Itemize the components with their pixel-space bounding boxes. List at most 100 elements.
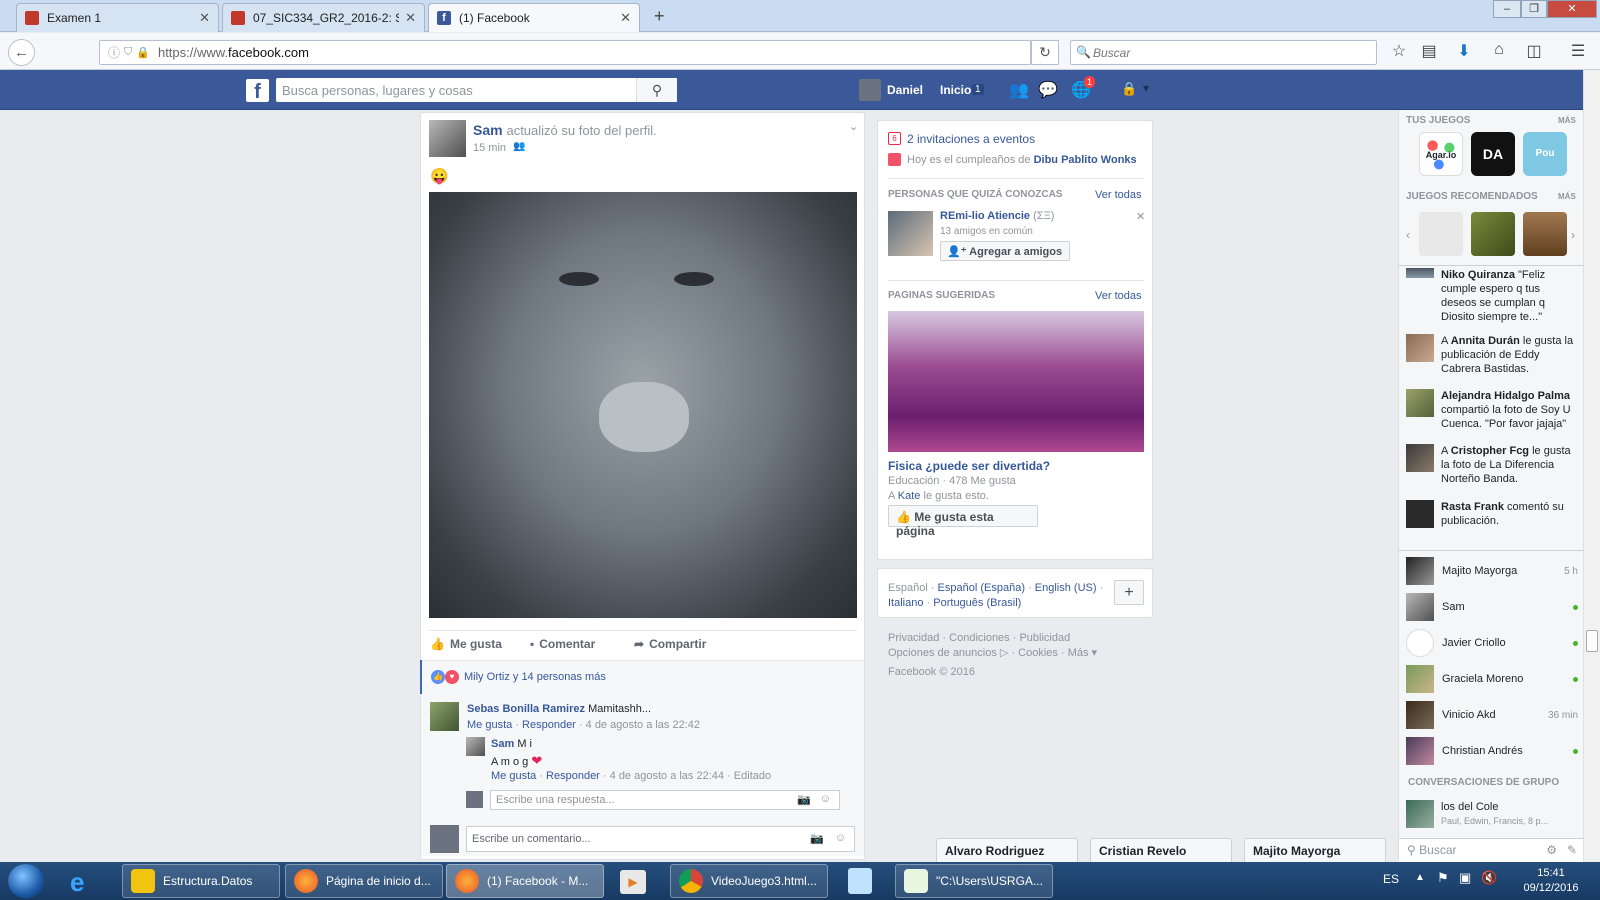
reading-list-icon[interactable]: ▤ — [1419, 41, 1439, 61]
close-window-button[interactable]: ✕ — [1547, 0, 1597, 18]
tray-expand-icon[interactable]: ▲ — [1415, 872, 1425, 883]
browser-tab-sic334[interactable]: 07_SIC334_GR2_2016-2: Su... ✕ — [222, 3, 425, 32]
contact-item[interactable]: Javier Criollo — [1406, 627, 1578, 659]
pages-see-all-link[interactable]: Ver todas — [1095, 290, 1141, 302]
recommended-more-link[interactable]: MÁS — [1558, 192, 1576, 201]
taskbar-item-firefox-facebook[interactable]: (1) Facebook - M... — [446, 864, 604, 898]
chat-tab[interactable]: Cristian Revelo — [1090, 838, 1232, 862]
reply-like-link[interactable]: Me gusta — [491, 770, 536, 782]
scrollbar-thumb[interactable] — [1586, 630, 1598, 652]
add-friend-button[interactable]: 👤⁺ Agregar a amigos — [940, 241, 1070, 261]
pymk-see-all-link[interactable]: Ver todas — [1095, 189, 1141, 201]
recommended-game-thumb[interactable] — [1419, 212, 1463, 256]
comment-timestamp[interactable]: 4 de agosto a las 22:42 — [586, 719, 700, 731]
recommended-game-thumb[interactable] — [1471, 212, 1515, 256]
post-author-link[interactable]: Sam — [473, 122, 503, 138]
avatar[interactable] — [859, 79, 881, 101]
back-button[interactable]: ← — [8, 39, 35, 66]
post-timestamp[interactable]: 15 min — [473, 142, 506, 154]
reactions-summary-link[interactable]: Mily Ortiz y 14 personas más — [464, 671, 606, 683]
recommended-game-thumb[interactable] — [1523, 212, 1567, 256]
taskbar-item-notepad[interactable]: "C:\Users\USRGA... — [895, 864, 1053, 898]
camera-icon[interactable]: 📷 — [810, 832, 824, 845]
internet-explorer-icon[interactable]: e — [70, 867, 84, 898]
pymk-name-link[interactable]: REmi-lio Atiencie — [940, 210, 1030, 222]
event-invites-link[interactable]: 2 invitaciones a eventos — [907, 132, 1035, 146]
camera-icon[interactable]: 📷 — [797, 793, 811, 806]
birthday-name-link[interactable]: Dibu Pablito Wonks — [1034, 154, 1137, 166]
footer-link[interactable]: Opciones de anuncios — [888, 647, 997, 659]
comment-author-link[interactable]: Sebas Bonilla Ramirez — [467, 703, 585, 715]
footer-link[interactable]: Más — [1068, 647, 1089, 659]
new-tab-button[interactable]: + — [654, 6, 665, 27]
account-menu-chevron-down-icon[interactable]: ▾ — [1143, 81, 1149, 95]
chevron-right-icon[interactable]: › — [1571, 228, 1575, 242]
like-button[interactable]: 👍 Me gusta — [430, 637, 502, 651]
action-center-flag-icon[interactable]: ⚑ — [1437, 870, 1449, 886]
contact-item[interactable]: Christian Andrés — [1406, 735, 1578, 767]
minimize-button[interactable]: – — [1493, 0, 1521, 18]
pymk-mutual-friends[interactable]: 13 amigos en común — [940, 226, 1033, 237]
browser-tab-facebook[interactable]: f (1) Facebook ✕ — [428, 3, 640, 32]
post-options-chevron-down-icon[interactable]: ⌄ — [849, 120, 858, 133]
system-clock[interactable]: 15:41 09/12/2016 — [1520, 866, 1582, 896]
emoji-icon[interactable]: ☺ — [835, 832, 846, 844]
commenter-avatar[interactable] — [430, 702, 459, 731]
ticker-item[interactable]: Niko Quiranza "Feliz cumple espero q tus… — [1406, 268, 1578, 323]
reply-input[interactable]: Escribe una respuesta... 📷 ☺ — [490, 790, 840, 810]
menu-icon[interactable]: ☰ — [1568, 41, 1588, 61]
group-conversation-item[interactable]: los del Cole Paul, Edwin, Francis, 8 p... — [1406, 800, 1578, 830]
shield-icon[interactable]: ⛉ — [124, 46, 132, 59]
language-link[interactable]: English (US) — [1035, 582, 1097, 594]
ticker-item[interactable]: Rasta Frank comentó su publicación. — [1406, 500, 1578, 528]
pymk-avatar[interactable] — [888, 211, 933, 256]
info-icon[interactable]: ⓘ — [108, 44, 120, 61]
share-button[interactable]: ➦ Compartir — [634, 637, 706, 651]
volume-muted-icon[interactable]: 🔇 — [1481, 870, 1497, 886]
emoji-icon[interactable]: ☺ — [820, 793, 831, 805]
notepad-icon[interactable] — [848, 868, 872, 894]
language-link[interactable]: Italiano — [888, 597, 923, 609]
game-agario-icon[interactable]: Agar.io — [1419, 132, 1463, 176]
reply-reply-link[interactable]: Responder — [546, 770, 600, 782]
footer-link[interactable]: Cookies — [1018, 647, 1058, 659]
post-photo[interactable] — [429, 192, 857, 618]
address-bar[interactable]: ⓘ ⛉ 🔒 https://www. facebook.com — [99, 40, 1031, 65]
taskbar-item-folder[interactable]: Estructura.Datos — [122, 864, 280, 898]
contact-item[interactable]: Sam — [1406, 591, 1578, 623]
chat-search-input[interactable]: ⚲ Buscar ⚙ ✎ — [1399, 838, 1583, 862]
contact-item[interactable]: Majito Mayorga 5 h — [1406, 555, 1578, 587]
game-pou-icon[interactable]: Pou — [1523, 132, 1567, 176]
privacy-shortcuts-icon[interactable]: 🔒 — [1121, 81, 1137, 97]
audience-friends-icon[interactable]: 👥 — [513, 141, 525, 152]
language-link[interactable]: Español (España) — [938, 582, 1025, 594]
home-link[interactable]: Inicio — [940, 83, 971, 97]
reply-edited-label[interactable]: Editado — [734, 770, 771, 782]
footer-link[interactable]: Publicidad — [1019, 632, 1070, 644]
download-icon[interactable]: ⬇ — [1454, 41, 1474, 61]
pocket-icon[interactable]: ◫ — [1524, 41, 1544, 61]
add-language-button[interactable]: + — [1114, 580, 1144, 605]
start-button[interactable] — [8, 864, 44, 898]
reply-timestamp[interactable]: 4 de agosto a las 22:44 — [610, 770, 724, 782]
reply-author-link[interactable]: Sam — [491, 738, 514, 750]
new-message-icon[interactable]: ✎ — [1567, 843, 1577, 857]
suggested-page-name-link[interactable]: Fisica ¿puede ser divertida? — [888, 459, 1050, 473]
maximize-button[interactable]: ❐ — [1521, 0, 1547, 18]
facebook-search-input[interactable]: Busca personas, lugares y cosas — [276, 78, 677, 102]
chat-tab[interactable]: Alvaro Rodriguez — [936, 838, 1078, 862]
language-indicator[interactable]: ES — [1383, 872, 1399, 886]
reply-author-avatar[interactable] — [466, 737, 485, 756]
comment-button[interactable]: ▪ Comentar — [530, 637, 595, 651]
games-more-link[interactable]: MÁS — [1558, 116, 1576, 125]
like-page-button[interactable]: 👍 Me gusta esta página — [888, 505, 1038, 538]
close-icon[interactable]: ✕ — [1136, 210, 1145, 223]
page-scrollbar[interactable] — [1583, 70, 1600, 862]
close-icon[interactable]: ✕ — [199, 10, 210, 26]
close-icon[interactable]: ✕ — [405, 10, 416, 26]
footer-link[interactable]: Privacidad — [888, 632, 939, 644]
network-icon[interactable]: ▣ — [1459, 870, 1471, 886]
page-like-friend-link[interactable]: Kate — [898, 490, 921, 502]
reload-icon[interactable]: ↻ — [1031, 40, 1059, 65]
ticker-item[interactable]: A Annita Durán le gusta la publicación d… — [1406, 334, 1578, 376]
